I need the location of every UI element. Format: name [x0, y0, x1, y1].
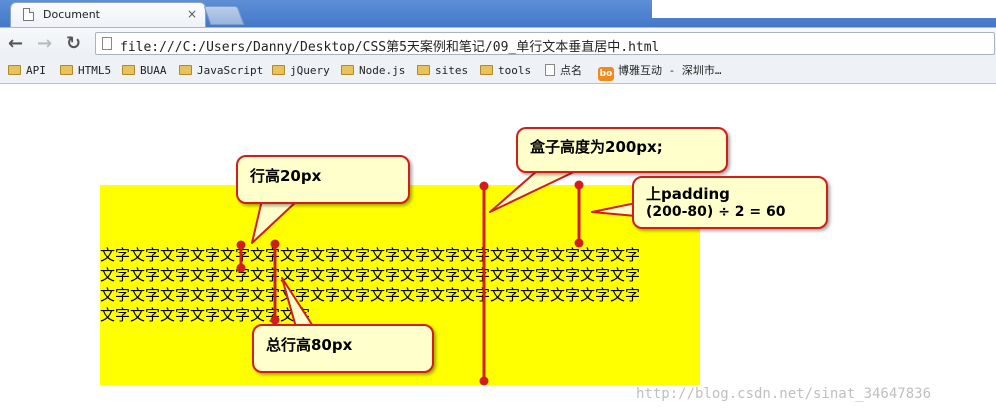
callout-tail [489, 169, 579, 213]
callout-tail [251, 199, 299, 244]
callout-text: 盒子高度为200px; [530, 138, 663, 156]
marker-dot [236, 240, 246, 250]
watermark: http://blog.csdn.net/sinat_34647836 [636, 386, 932, 402]
annotation-overlay [236, 169, 637, 386]
marker-dot [574, 180, 584, 190]
marker-dot [574, 238, 584, 248]
browser-window: Document × ← → ↻ file:///C:/Users/Danny/… [0, 0, 996, 415]
callout-box-height: 盒子高度为200px; [516, 127, 728, 173]
marker-dot [479, 181, 489, 191]
callout-tail [591, 202, 637, 217]
callout-line-height: 行高20px [236, 155, 410, 204]
callout-padding: 上padding (200-80) ÷ 2 = 60 [632, 176, 828, 229]
marker-dot [270, 239, 280, 249]
callout-text: (200-80) ÷ 2 = 60 [646, 204, 786, 220]
marker-dot [479, 376, 489, 386]
callout-text: 总行高80px [266, 336, 353, 354]
callout-text: 上padding [646, 185, 730, 203]
callout-total-line-height: 总行高80px [252, 324, 434, 373]
callout-text: 行高20px [250, 167, 322, 185]
marker-dot [236, 263, 246, 273]
